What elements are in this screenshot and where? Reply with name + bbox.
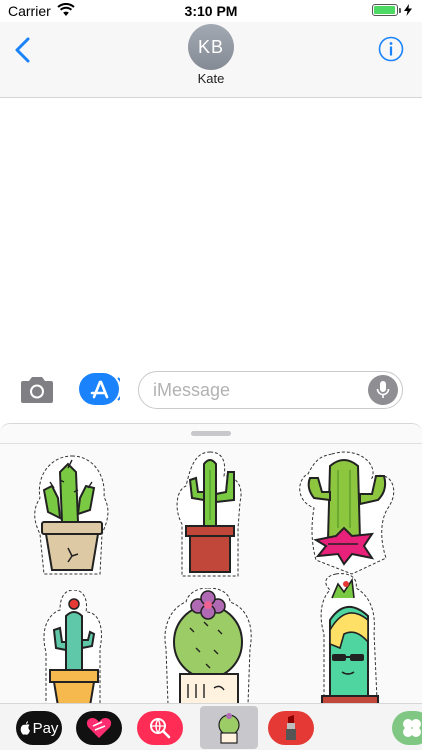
sticker-round-cactus-purple-flower[interactable] [164, 588, 252, 703]
sticker-cactus-pink-star[interactable] [299, 451, 395, 575]
app-store-icon[interactable] [78, 372, 120, 406]
sticker-tall-cactus-red-pot[interactable] [176, 451, 242, 577]
apple-icon [20, 721, 30, 735]
heart-app[interactable] [76, 711, 122, 745]
microphone-button[interactable] [368, 375, 398, 405]
clover-app[interactable] [392, 711, 422, 745]
compose-bar [0, 363, 422, 417]
microphone-icon [376, 381, 390, 398]
back-chevron-icon[interactable] [12, 36, 36, 64]
info-icon[interactable] [378, 36, 404, 62]
heart-icon [86, 717, 112, 738]
charging-bolt-icon [404, 4, 412, 16]
sticker-drawer [0, 423, 422, 703]
sticker-cactus-sunglasses[interactable] [320, 573, 379, 703]
message-input-field[interactable] [138, 371, 403, 409]
contact-avatar[interactable]: KB [188, 24, 234, 70]
battery-indicator [372, 4, 412, 16]
conversation-header: KB Kate [0, 22, 422, 98]
message-input[interactable] [153, 372, 373, 408]
contact-name[interactable]: Kate [0, 71, 422, 86]
drawer-grabber[interactable] [191, 431, 231, 436]
lipstick-app[interactable] [268, 711, 314, 745]
clover-icon [403, 719, 421, 737]
globe-search-icon [150, 718, 171, 739]
apple-pay-label: Pay [32, 719, 59, 737]
avatar-initials: KB [197, 36, 224, 57]
image-search-app[interactable] [137, 711, 183, 745]
apple-pay-app[interactable]: Pay [16, 711, 62, 745]
status-bar: Carrier 3:10 PM [0, 0, 422, 22]
camera-icon[interactable] [18, 375, 56, 405]
cactus-icon [218, 712, 240, 744]
clock: 3:10 PM [184, 3, 238, 19]
sticker-spiky-cactus[interactable] [32, 452, 112, 580]
battery-fill [374, 6, 395, 14]
message-thread [0, 98, 422, 363]
cactus-sticker-app[interactable] [200, 706, 258, 749]
sticker-flowering-cactus-yellow-pot[interactable] [43, 590, 102, 703]
lipstick-icon [286, 715, 296, 740]
imessage-app-drawer: Pay [0, 703, 422, 750]
